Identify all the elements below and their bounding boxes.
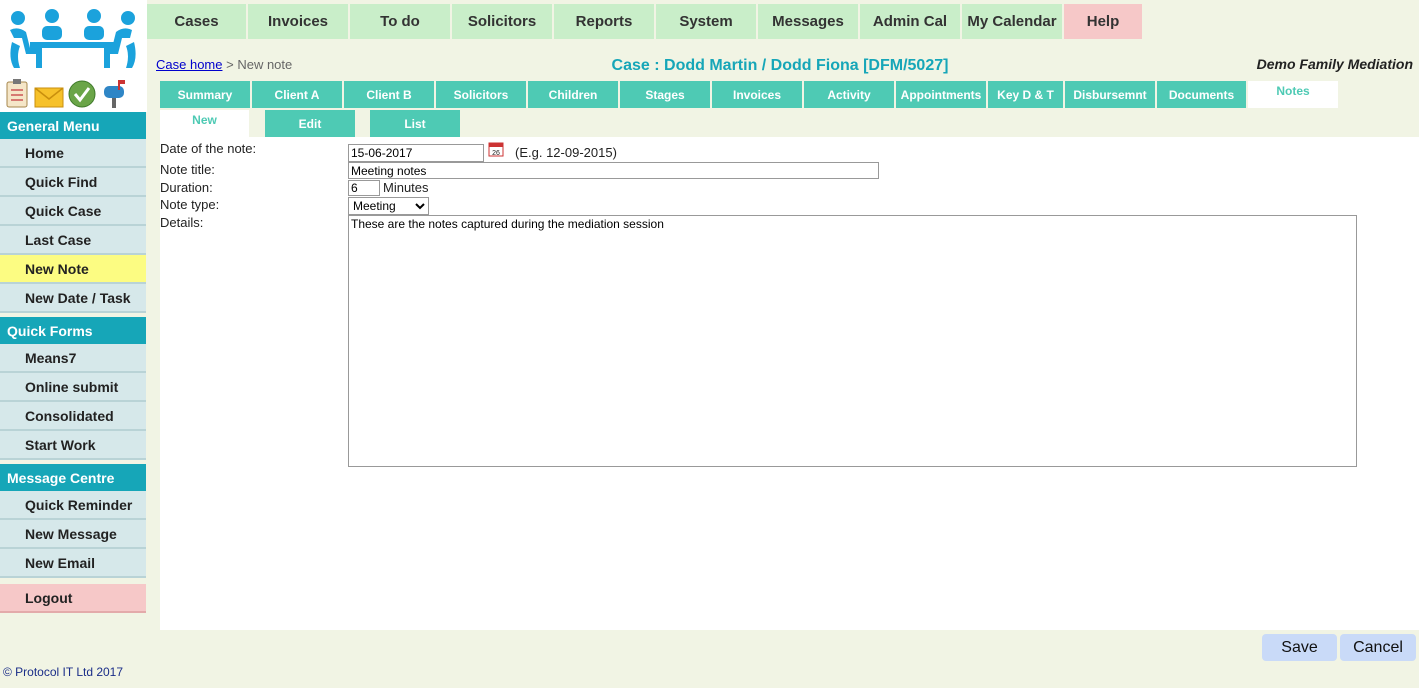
sidebar-header-quick-forms: Quick Forms bbox=[0, 317, 146, 344]
tab-summary[interactable]: Summary bbox=[160, 81, 250, 108]
nav-help[interactable]: Help bbox=[1064, 4, 1142, 39]
org-name: Demo Family Mediation bbox=[1256, 56, 1413, 72]
clipboard-icon[interactable] bbox=[4, 78, 30, 113]
note-title-input[interactable] bbox=[348, 162, 879, 179]
sidebar-item-last-case[interactable]: Last Case bbox=[0, 226, 146, 255]
save-button[interactable]: Save bbox=[1262, 634, 1337, 661]
sidebar-item-new-email[interactable]: New Email bbox=[0, 549, 146, 578]
nav-admin-cal[interactable]: Admin Cal bbox=[860, 4, 960, 39]
copyright: © Protocol IT Ltd 2017 bbox=[3, 665, 124, 679]
duration-label: Duration: bbox=[160, 180, 213, 195]
breadcrumb-separator: > bbox=[226, 57, 234, 72]
mailbox-icon[interactable] bbox=[100, 78, 128, 113]
checkmark-icon[interactable] bbox=[68, 80, 96, 113]
sidebar-item-quick-find[interactable]: Quick Find bbox=[0, 168, 146, 197]
envelope-icon[interactable] bbox=[34, 86, 64, 113]
date-input[interactable] bbox=[348, 144, 484, 162]
tab-stages[interactable]: Stages bbox=[620, 81, 710, 108]
nav-my-calendar[interactable]: My Calendar bbox=[962, 4, 1062, 39]
details-label: Details: bbox=[160, 215, 204, 230]
sidebar-header-general: General Menu bbox=[0, 112, 146, 139]
top-nav: Cases Invoices To do Solicitors Reports … bbox=[147, 4, 1144, 39]
sidebar-item-online-submit[interactable]: Online submit bbox=[0, 373, 146, 402]
details-textarea[interactable]: These are the notes captured during the … bbox=[348, 215, 1357, 467]
family-logo-icon bbox=[10, 9, 136, 68]
subtab-new[interactable]: New bbox=[160, 110, 249, 137]
subtab-list[interactable]: List bbox=[370, 110, 460, 137]
sidebar-item-new-note[interactable]: New Note bbox=[0, 255, 146, 284]
title-label: Note title: bbox=[160, 162, 215, 177]
type-label: Note type: bbox=[160, 197, 220, 212]
tab-invoices[interactable]: Invoices bbox=[712, 81, 802, 108]
breadcrumb-current: New note bbox=[237, 57, 293, 72]
tab-solicitors[interactable]: Solicitors bbox=[436, 81, 526, 108]
nav-reports[interactable]: Reports bbox=[554, 4, 654, 39]
tab-client-a[interactable]: Client A bbox=[252, 81, 342, 108]
nav-solicitors[interactable]: Solicitors bbox=[452, 4, 552, 39]
tab-key-dates[interactable]: Key D & T bbox=[988, 81, 1063, 108]
sidebar-header-message-centre: Message Centre bbox=[0, 464, 146, 491]
calendar-icon[interactable]: 26 bbox=[488, 141, 504, 162]
nav-todo[interactable]: To do bbox=[350, 4, 450, 39]
breadcrumb-case-home[interactable]: Case home bbox=[156, 57, 222, 72]
tab-appointments[interactable]: Appointments bbox=[896, 81, 986, 108]
sidebar: General Menu Home Quick Find Quick Case … bbox=[0, 112, 146, 613]
sidebar-item-logout[interactable]: Logout bbox=[0, 584, 146, 613]
duration-unit: Minutes bbox=[383, 180, 429, 195]
sidebar-item-new-message[interactable]: New Message bbox=[0, 520, 146, 549]
tab-disbursements[interactable]: Disbursemnt bbox=[1065, 81, 1155, 108]
nav-invoices[interactable]: Invoices bbox=[248, 4, 348, 39]
date-hint: (E.g. 12-09-2015) bbox=[515, 145, 617, 160]
nav-messages[interactable]: Messages bbox=[758, 4, 858, 39]
tab-children[interactable]: Children bbox=[528, 81, 618, 108]
note-form: Date of the note: 26 (E.g. 12-09-2015) N… bbox=[160, 137, 1419, 630]
sidebar-item-new-date-task[interactable]: New Date / Task bbox=[0, 284, 146, 313]
app-logo bbox=[0, 0, 147, 112]
sidebar-item-quick-case[interactable]: Quick Case bbox=[0, 197, 146, 226]
sidebar-item-means7[interactable]: Means7 bbox=[0, 344, 146, 373]
cancel-button[interactable]: Cancel bbox=[1340, 634, 1416, 661]
sidebar-item-consolidated[interactable]: Consolidated bbox=[0, 402, 146, 431]
svg-text:26: 26 bbox=[492, 150, 500, 157]
date-label: Date of the note: bbox=[160, 141, 257, 156]
tab-notes[interactable]: Notes bbox=[1248, 81, 1338, 108]
tab-client-b[interactable]: Client B bbox=[344, 81, 434, 108]
nav-system[interactable]: System bbox=[656, 4, 756, 39]
case-title: Case : Dodd Martin / Dodd Fiona [DFM/502… bbox=[611, 57, 949, 74]
note-type-select[interactable]: Meeting bbox=[348, 197, 429, 215]
section-tabs: Summary Client A Client B Solicitors Chi… bbox=[160, 81, 1340, 108]
nav-cases[interactable]: Cases bbox=[147, 4, 246, 39]
duration-input[interactable] bbox=[348, 180, 380, 196]
breadcrumb: Case home > New note bbox=[156, 57, 292, 72]
tab-activity[interactable]: Activity bbox=[804, 81, 894, 108]
tab-documents[interactable]: Documents bbox=[1157, 81, 1246, 108]
sidebar-item-quick-reminder[interactable]: Quick Reminder bbox=[0, 491, 146, 520]
sidebar-item-start-work[interactable]: Start Work bbox=[0, 431, 146, 460]
sidebar-item-home[interactable]: Home bbox=[0, 139, 146, 168]
subtab-edit[interactable]: Edit bbox=[265, 110, 355, 137]
sub-tabs: New Edit List bbox=[160, 110, 460, 137]
